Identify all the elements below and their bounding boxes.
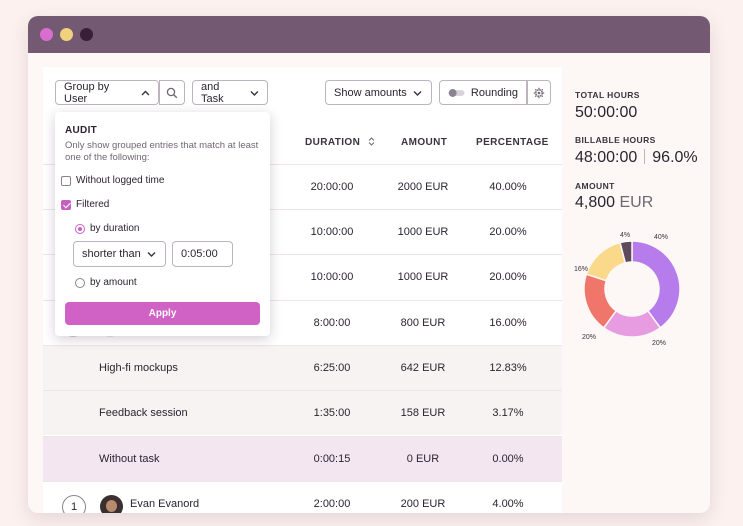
- duration-cell: 8:00:00: [313, 317, 351, 329]
- rounding-toggle-button[interactable]: Rounding: [439, 80, 527, 105]
- amount-cell: 642 EUR: [400, 362, 446, 374]
- chevron-down-icon: [147, 252, 156, 257]
- table-row[interactable]: 1 Evan Evanord 2:00:00 200 EUR 4.00%: [43, 481, 562, 513]
- and-task-button[interactable]: and Task: [192, 80, 268, 105]
- amount-value: 4,800: [575, 194, 616, 211]
- audit-dropdown: AUDIT Only show grouped entries that mat…: [55, 112, 270, 336]
- audit-description: Only show grouped entries that match at …: [65, 140, 259, 163]
- donut-slice-label: 16%: [574, 266, 588, 273]
- task-name: Feedback session: [99, 407, 188, 419]
- by-duration-radio[interactable]: [75, 224, 85, 234]
- billable-hours-row: 48:00:00 96.0%: [575, 149, 698, 167]
- comparator-value: shorter than: [82, 248, 141, 260]
- duration-cell: 20:00:00: [310, 181, 354, 193]
- divider: [644, 149, 646, 164]
- amount-cell: 1000 EUR: [397, 271, 449, 283]
- and-task-label: and Task: [201, 80, 224, 105]
- duration-cell: 6:25:00: [313, 362, 351, 374]
- title-bar: [28, 16, 710, 53]
- report-panel: Group by User and Task Show amounts Roun…: [43, 67, 562, 513]
- filtered-checkbox[interactable]: [61, 200, 71, 210]
- chevron-up-icon: [141, 90, 150, 95]
- avatar: [100, 495, 123, 513]
- duration-header[interactable]: DURATION: [305, 137, 375, 148]
- donut-slice-label: 40%: [654, 234, 668, 241]
- amount-label: AMOUNT: [575, 181, 615, 191]
- show-amounts-label: Show amounts: [334, 86, 407, 99]
- group-by-label: Group by User: [64, 80, 110, 105]
- by-amount-label[interactable]: by amount: [90, 277, 137, 288]
- percentage-cell: 12.83%: [489, 362, 527, 374]
- donut-slice-label: 4%: [620, 232, 630, 239]
- donut-slice: [585, 241, 627, 282]
- amount-cell: 200 EUR: [400, 498, 446, 510]
- sort-icon: [369, 137, 375, 146]
- user-name[interactable]: Evan Evanord: [130, 498, 199, 510]
- app-window: Group by User and Task Show amounts Roun…: [28, 16, 710, 513]
- minimize-dot[interactable]: [60, 28, 73, 41]
- amount-cell: 158 EUR: [400, 407, 446, 419]
- comparator-select[interactable]: shorter than: [73, 241, 166, 267]
- amount-header[interactable]: AMOUNT: [401, 137, 447, 148]
- gear-icon: [533, 87, 545, 98]
- duration-cell: 2:00:00: [313, 498, 351, 510]
- rounding-label: Rounding: [470, 86, 518, 99]
- percentage-cell: 40.00%: [489, 181, 527, 193]
- percentage-header[interactable]: PERCENTAGE: [476, 137, 549, 148]
- duration-cell: 10:00:00: [310, 271, 354, 283]
- without-logged-time-checkbox[interactable]: [61, 176, 71, 186]
- maximize-dot[interactable]: [80, 28, 93, 41]
- percentage-cell: 0.00%: [492, 453, 524, 465]
- total-hours-value: 50:00:00: [575, 104, 638, 121]
- billable-percent: 96.0%: [652, 149, 698, 166]
- chevron-down-icon: [250, 90, 259, 96]
- search-button[interactable]: [159, 80, 185, 105]
- duration-cell: 0:00:15: [313, 453, 351, 465]
- table-row[interactable]: High-fi mockups 6:25:00 642 EUR 12.83%: [43, 345, 562, 390]
- by-duration-label[interactable]: by duration: [90, 223, 139, 234]
- rank-badge: 1: [62, 495, 86, 513]
- donut-slice-label: 20%: [652, 340, 666, 347]
- percentage-cell: 16.00%: [489, 317, 527, 329]
- duration-input-value: 0:05:00: [181, 248, 218, 260]
- search-icon: [166, 87, 178, 98]
- percentage-cell: 20.00%: [489, 271, 527, 283]
- donut-slice-label: 20%: [582, 334, 596, 341]
- by-amount-radio[interactable]: [75, 278, 85, 288]
- billable-hours-value: 48:00:00: [575, 149, 638, 166]
- amount-cell: 2000 EUR: [397, 181, 449, 193]
- audit-title: AUDIT: [65, 125, 98, 136]
- toggle-switch-icon: [448, 88, 465, 97]
- table-row[interactable]: Without task 0:00:15 0 EUR 0.00%: [43, 436, 562, 481]
- task-name: Without task: [99, 453, 160, 465]
- percentage-cell: 3.17%: [492, 407, 524, 419]
- without-logged-time-label[interactable]: Without logged time: [76, 175, 164, 186]
- table-row[interactable]: Feedback session 1:35:00 158 EUR 3.17%: [43, 390, 562, 435]
- amount-row: 4,800 EUR: [575, 194, 653, 212]
- duration-input[interactable]: 0:05:00: [172, 241, 233, 267]
- percentage-cell: 4.00%: [492, 498, 524, 510]
- show-amounts-select[interactable]: Show amounts: [325, 80, 432, 105]
- apply-button[interactable]: Apply: [65, 302, 260, 325]
- avatar-face: [106, 500, 117, 512]
- rounding-settings-button[interactable]: [527, 80, 551, 105]
- task-name: High-fi mockups: [99, 362, 178, 374]
- filtered-label[interactable]: Filtered: [76, 199, 109, 210]
- donut-chart: 40% 20% 20% 16% 4%: [574, 232, 681, 347]
- amount-currency: EUR: [619, 194, 654, 211]
- group-by-user-button[interactable]: Group by User: [55, 80, 159, 105]
- duration-cell: 1:35:00: [313, 407, 351, 419]
- total-hours-label: TOTAL HOURS: [575, 90, 640, 100]
- amount-cell: 1000 EUR: [397, 226, 449, 238]
- amount-cell: 800 EUR: [400, 317, 446, 329]
- close-dot[interactable]: [40, 28, 53, 41]
- billable-hours-label: BILLABLE HOURS: [575, 135, 656, 145]
- chevron-down-icon: [413, 90, 422, 96]
- percentage-cell: 20.00%: [489, 226, 527, 238]
- amount-cell: 0 EUR: [406, 453, 440, 465]
- summary-panel: TOTAL HOURS 50:00:00 BILLABLE HOURS 48:0…: [562, 53, 710, 513]
- duration-cell: 10:00:00: [310, 226, 354, 238]
